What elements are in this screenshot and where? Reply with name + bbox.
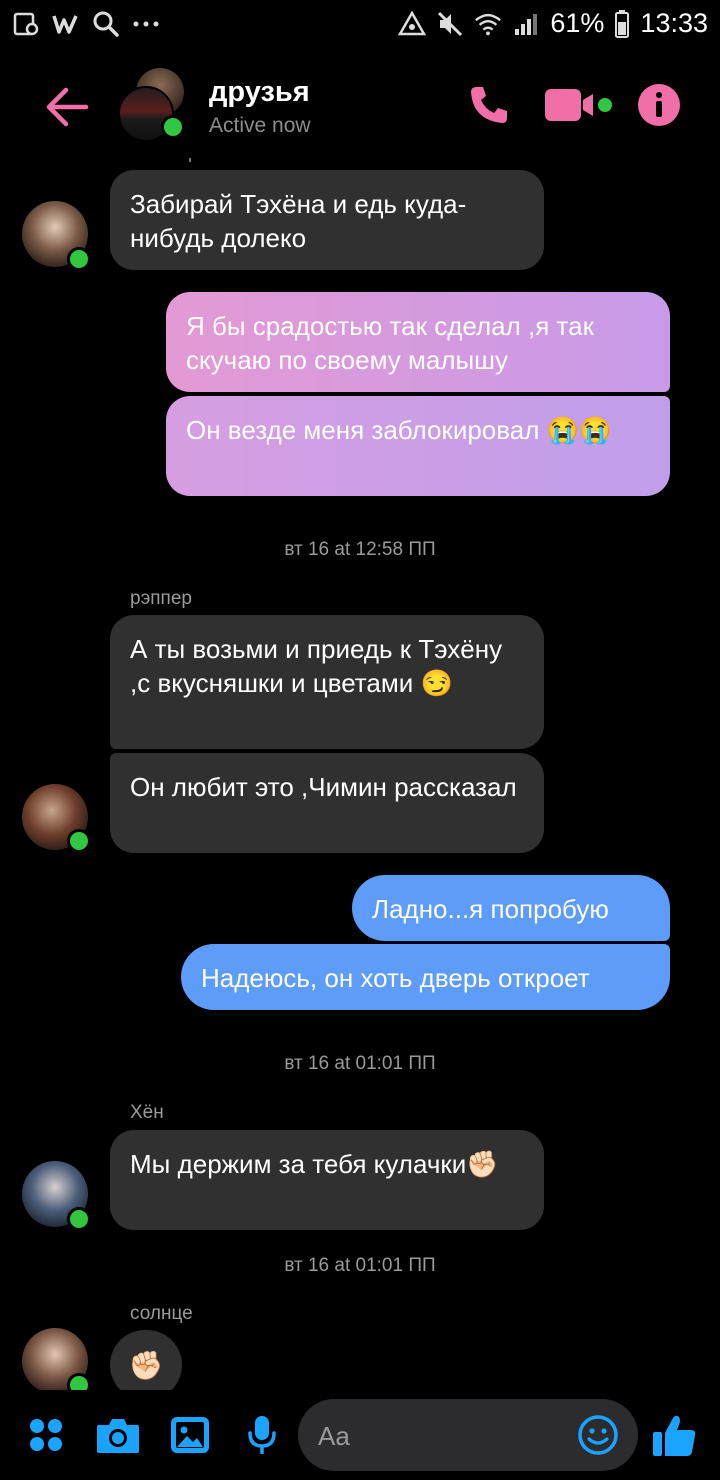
info-button[interactable] (636, 82, 682, 128)
sender-name: Хён (130, 1102, 164, 1123)
message-bubble-sent[interactable]: Надеюсь, он хоть дверь откроет (181, 944, 670, 1010)
online-indicator (67, 1207, 91, 1231)
phone-icon (471, 87, 507, 123)
battery-percent: 61% (550, 8, 605, 38)
group-avatar[interactable] (118, 68, 188, 142)
data-saver-icon (398, 10, 427, 38)
wifi-icon (474, 10, 502, 38)
timestamp: вт 16 at 01:01 ПП (284, 1255, 436, 1276)
video-call-button[interactable] (542, 82, 616, 128)
message-bubble-received[interactable]: Он любит это ,Чимин рассказал (110, 753, 544, 853)
message-bubble-sent[interactable]: Ладно...я попробую (352, 875, 670, 941)
sender-name: солнце (130, 1303, 193, 1324)
like-button[interactable] (650, 1410, 698, 1460)
message-bubble-sent[interactable]: Я бы срадостью так сделал ,я так скучаю … (166, 292, 670, 392)
video-camera-icon (545, 89, 612, 121)
message-bubble-received[interactable]: А ты возьми и приедь к Тэхёну ,с вкусняш… (110, 615, 544, 749)
more-icon (132, 10, 160, 38)
message-bubble-received[interactable]: Забирай Тэхёна и едь куда-нибудь долеко (110, 170, 544, 270)
back-button[interactable] (44, 84, 90, 130)
camera-icon (97, 1419, 139, 1453)
sender-name: рэппер (130, 588, 192, 609)
signal-icon (512, 10, 540, 38)
thumbs-up-icon (653, 1415, 696, 1456)
info-icon (638, 84, 680, 126)
status-bar: 61% 13:33 (0, 0, 720, 50)
more-actions-button[interactable] (26, 1410, 66, 1460)
message-bubble-sent[interactable]: Он везде меня заблокировал 😭😭 (166, 396, 670, 496)
four-dots-icon (30, 1419, 62, 1451)
smiley-icon (578, 1415, 618, 1455)
w-app-icon (52, 10, 80, 38)
message-input-placeholder: Aa (318, 1421, 350, 1451)
search-icon (92, 10, 120, 38)
voice-message-button[interactable] (246, 1410, 278, 1460)
status-right: 61% 13:33 (398, 8, 708, 39)
back-arrow-icon (46, 87, 89, 127)
image-icon (171, 1417, 209, 1453)
chat-status: Active now (209, 114, 311, 137)
emoji-button[interactable] (576, 1410, 620, 1460)
online-indicator (67, 829, 91, 853)
microphone-icon (248, 1416, 276, 1454)
mute-icon (436, 10, 464, 38)
message-bubble-received[interactable]: Мы держим за тебя кулачки✊🏻 (110, 1130, 544, 1230)
online-indicator (67, 247, 91, 271)
clock: 13:33 (640, 8, 708, 38)
chat-title[interactable]: друзья (209, 76, 310, 109)
voice-call-button[interactable] (466, 82, 512, 128)
battery-icon (614, 9, 630, 38)
gallery-button[interactable] (170, 1410, 210, 1460)
camera-button[interactable] (94, 1410, 142, 1460)
online-indicator (161, 115, 185, 139)
status-left-icons (12, 10, 160, 38)
timestamp: вт 16 at 01:01 ПП (284, 1053, 436, 1074)
timestamp: вт 16 at 12:58 ПП (284, 539, 436, 560)
divider-dot (189, 158, 191, 162)
notification-icon (12, 10, 40, 38)
